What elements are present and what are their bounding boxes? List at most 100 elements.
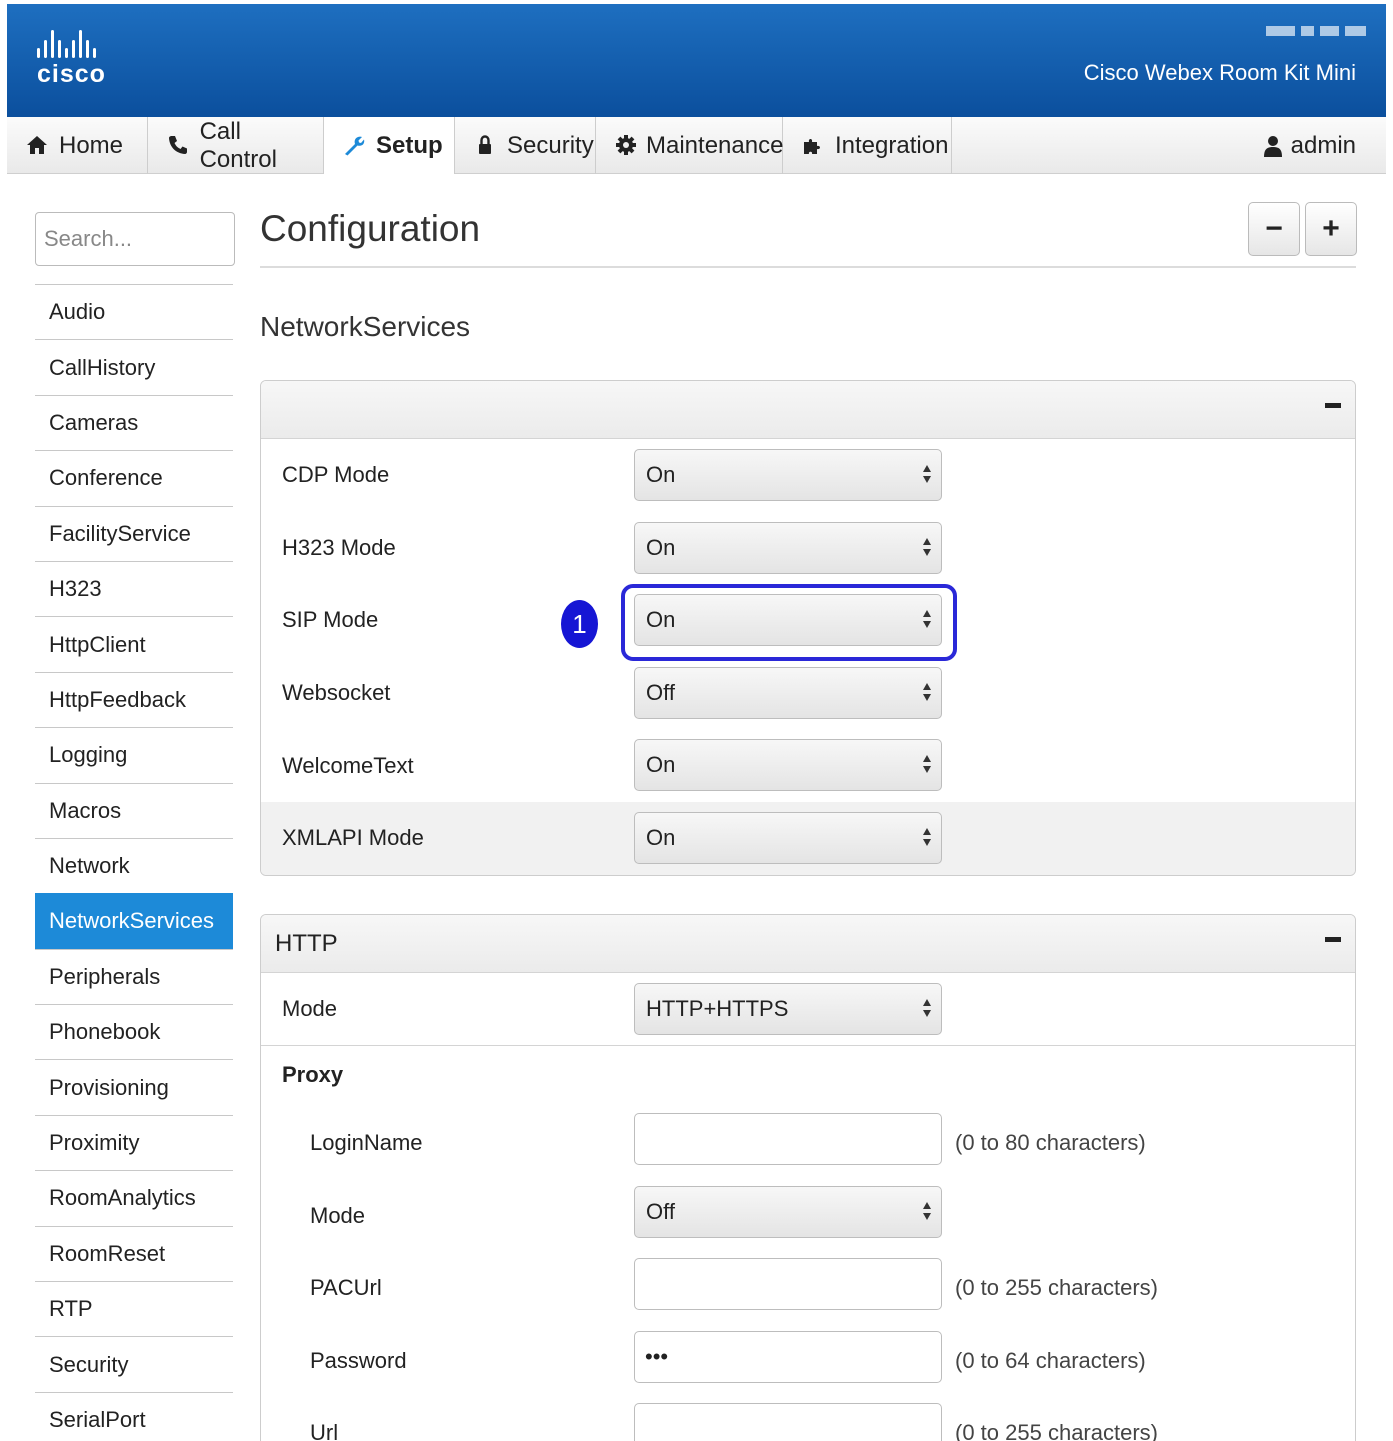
sidebar-item-peripherals[interactable]: Peripherals [35, 948, 233, 1004]
panel-header [261, 381, 1355, 439]
setting-row-proxy-mode: Mode Off [261, 1180, 1355, 1253]
sidebar-item-network[interactable]: Network [35, 837, 233, 893]
logo-text: cisco [37, 60, 106, 88]
tab-integration[interactable]: Integration [783, 117, 952, 174]
select-arrows-icon [922, 754, 932, 776]
setting-row-websocket: Websocket Off [261, 657, 1355, 730]
sidebar-item-serialport[interactable]: SerialPort [35, 1391, 233, 1441]
sidebar-item-macros[interactable]: Macros [35, 782, 233, 838]
sidebar-item-phonebook[interactable]: Phonebook [35, 1004, 233, 1059]
sidebar-item-facilityservice[interactable]: FacilityService [35, 505, 233, 561]
logo-bars-icon [37, 30, 127, 58]
proxy-mode-select[interactable]: Off [634, 1185, 942, 1238]
collapse-all-button[interactable]: − [1248, 202, 1300, 256]
setting-label: XMLAPI Mode [282, 825, 424, 851]
setting-label: Mode [282, 996, 338, 1021]
h323-mode-select[interactable]: On [634, 521, 942, 574]
setting-label: PACUrl [310, 1275, 382, 1301]
search-input[interactable] [35, 212, 235, 266]
http-mode-select[interactable]: HTTP+HTTPS [634, 983, 942, 1035]
proxy-label: Proxy [282, 1062, 344, 1087]
setting-row-proxy-url: Url (0 to 255 characters) [261, 1397, 1355, 1441]
tab-maintenance[interactable]: Maintenance [596, 117, 783, 174]
select-arrows-icon [922, 537, 932, 559]
sidebar-item-cameras[interactable]: Cameras [35, 394, 233, 450]
setting-row-proxy-loginname: LoginName (0 to 80 characters) [261, 1107, 1355, 1180]
tab-call-control-label: Call Control [199, 117, 277, 173]
product-name: Cisco Webex Room Kit Mini [1083, 60, 1356, 85]
panel-header: HTTP [261, 915, 1355, 973]
collapse-panel-icon[interactable] [1325, 937, 1341, 942]
xmlapi-mode-select[interactable]: On [634, 811, 942, 864]
sidebar-item-networkservices[interactable]: NetworkServices [35, 893, 233, 949]
sidebar-item-provisioning[interactable]: Provisioning [35, 1059, 233, 1114]
header-bar: cisco Cisco Webex Room Kit Mini [7, 4, 1386, 117]
phone-icon [166, 133, 192, 159]
sidebar-item-security[interactable]: Security [35, 1336, 233, 1391]
url-input[interactable] [634, 1403, 942, 1441]
home-icon [25, 133, 51, 159]
length-hint: (0 to 80 characters) [955, 1130, 1146, 1156]
sip-mode-highlight [621, 584, 957, 661]
setting-label: WelcomeText [282, 752, 414, 778]
pacurl-input[interactable] [634, 1258, 942, 1310]
select-value: Off [646, 679, 675, 705]
sidebar-item-conference[interactable]: Conference [35, 450, 233, 505]
http-panel: HTTP Mode HTTP+HTTPS Proxy LoginName (0 … [260, 914, 1356, 1441]
cisco-logo: cisco [37, 30, 127, 90]
setting-row-proxy-pacurl: PACUrl (0 to 255 characters) [261, 1252, 1355, 1325]
select-arrows-icon [922, 998, 932, 1020]
user-menu[interactable]: admin [1263, 117, 1356, 174]
sidebar-item-callhistory[interactable]: CallHistory [35, 339, 233, 394]
select-value: On [646, 752, 676, 778]
length-hint: (0 to 64 characters) [955, 1347, 1146, 1373]
sidebar-item-logging[interactable]: Logging [35, 727, 233, 782]
sidebar-item-httpclient[interactable]: HttpClient [35, 616, 233, 671]
app-frame: cisco Cisco Webex Room Kit Mini Home Cal… [7, 4, 1386, 1441]
expand-all-button[interactable]: + [1305, 202, 1357, 256]
tab-security[interactable]: Security [455, 117, 596, 174]
cdp-mode-select[interactable]: On [634, 449, 942, 501]
welcometext-select[interactable]: On [634, 739, 942, 792]
collapse-panel-icon[interactable] [1325, 403, 1341, 408]
page-title: Configuration [260, 208, 481, 249]
gear-icon [614, 133, 638, 159]
sidebar-list: Audio CallHistory Cameras Conference Fac… [35, 284, 233, 1441]
tab-home[interactable]: Home [7, 117, 148, 174]
tab-call-control[interactable]: Call Control [148, 117, 324, 174]
select-value: On [646, 824, 676, 850]
sidebar-item-rtp[interactable]: RTP [35, 1281, 233, 1336]
setting-row-cdp-mode: CDP Mode On [261, 439, 1355, 512]
setting-row-h323-mode: H323 Mode On [261, 512, 1355, 585]
select-value: On [646, 462, 676, 487]
setting-label: SIP Mode [282, 607, 379, 633]
setting-row-welcometext: WelcomeText On [261, 729, 1355, 802]
puzzle-icon [801, 133, 827, 159]
select-arrows-icon [922, 1201, 932, 1223]
panel-title: HTTP [275, 929, 338, 957]
sidebar-item-roomreset[interactable]: RoomReset [35, 1225, 233, 1281]
select-value: HTTP+HTTPS [646, 996, 789, 1021]
setting-label: Url [310, 1420, 339, 1441]
section-title: NetworkServices [260, 311, 471, 342]
title-divider [260, 266, 1356, 268]
setting-label: H323 Mode [282, 534, 396, 560]
sidebar-item-proximity[interactable]: Proximity [35, 1114, 233, 1170]
tab-setup-label: Setup [376, 131, 443, 159]
websocket-select[interactable]: Off [634, 666, 942, 719]
select-value: Off [646, 1198, 675, 1224]
blurred-info [1266, 26, 1366, 40]
setting-row-http-mode: Mode HTTP+HTTPS [261, 973, 1355, 1045]
tab-home-label: Home [59, 131, 124, 159]
sidebar-item-roomanalytics[interactable]: RoomAnalytics [35, 1170, 233, 1225]
lock-icon [473, 133, 499, 159]
setting-row-xmlapi-mode: XMLAPI Mode On [261, 801, 1355, 875]
wrench-icon [342, 133, 368, 159]
sidebar-item-httpfeedback[interactable]: HttpFeedback [35, 671, 233, 727]
setting-label: Mode [310, 1202, 366, 1228]
sidebar-item-audio[interactable]: Audio [35, 284, 233, 339]
sidebar-item-h323[interactable]: H323 [35, 560, 233, 616]
loginname-input[interactable] [634, 1113, 942, 1165]
tab-setup[interactable]: Setup [324, 117, 455, 174]
password-input[interactable]: ••• [634, 1330, 942, 1383]
